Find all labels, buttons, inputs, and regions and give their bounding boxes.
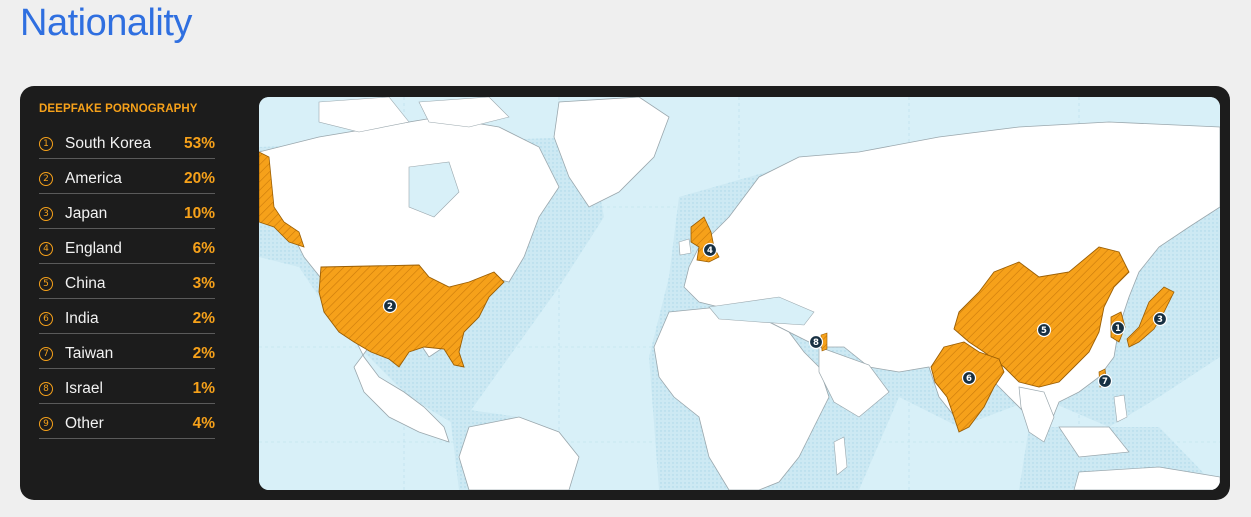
- rank-badge: 7: [39, 347, 53, 361]
- legend-row-israel: 8 Israel 1%: [39, 369, 215, 404]
- legend-row-china: 5 China 3%: [39, 264, 215, 299]
- percent-value: 6%: [192, 240, 215, 257]
- page-title: Nationality: [20, 2, 192, 44]
- marker-1[interactable]: 1: [1110, 320, 1126, 336]
- percent-value: 10%: [183, 205, 215, 222]
- country-label: India: [65, 310, 99, 327]
- marker-8[interactable]: 8: [808, 334, 824, 350]
- marker-6-label: 6: [966, 374, 972, 384]
- world-map: 1 2 3 4 5 6 7 8: [259, 97, 1220, 490]
- country-label: South Korea: [65, 135, 152, 152]
- rank-badge: 9: [39, 417, 53, 431]
- legend-row-taiwan: 7 Taiwan 2%: [39, 334, 215, 369]
- legend-row-south-korea: 1 South Korea 53%: [39, 124, 215, 159]
- marker-3[interactable]: 3: [1152, 311, 1168, 327]
- marker-7-label: 7: [1102, 377, 1108, 387]
- marker-2[interactable]: 2: [382, 298, 398, 314]
- legend-row-india: 6 India 2%: [39, 299, 215, 334]
- percent-value: 3%: [192, 275, 215, 292]
- rank-badge: 2: [39, 172, 53, 186]
- legend-heading: DEEPFAKE PORNOGRAPHY: [39, 103, 198, 115]
- country-label: Israel: [65, 380, 103, 397]
- marker-3-label: 3: [1157, 315, 1163, 325]
- rank-badge: 1: [39, 137, 53, 151]
- percent-value: 53%: [183, 135, 215, 152]
- country-label: Other: [65, 415, 104, 432]
- rank-badge: 5: [39, 277, 53, 291]
- rank-badge: 8: [39, 382, 53, 396]
- percent-value: 1%: [192, 380, 215, 397]
- rank-badge: 4: [39, 242, 53, 256]
- legend: DEEPFAKE PORNOGRAPHY 1 South Korea 53% 2…: [39, 100, 215, 439]
- country-label: England: [65, 240, 122, 257]
- legend-row-japan: 3 Japan 10%: [39, 194, 215, 229]
- rank-badge: 6: [39, 312, 53, 326]
- marker-7[interactable]: 7: [1097, 373, 1113, 389]
- percent-value: 2%: [192, 310, 215, 327]
- percent-value: 4%: [192, 415, 215, 432]
- country-label: China: [65, 275, 106, 292]
- ireland: [678, 238, 692, 256]
- marker-5[interactable]: 5: [1036, 322, 1052, 338]
- country-label: America: [65, 170, 122, 187]
- rank-badge: 3: [39, 207, 53, 221]
- marker-8-label: 8: [813, 338, 819, 348]
- country-label: Japan: [65, 205, 108, 222]
- percent-value: 2%: [192, 345, 215, 362]
- nationality-card: DEEPFAKE PORNOGRAPHY 1 South Korea 53% 2…: [20, 86, 1230, 500]
- country-label: Taiwan: [65, 345, 114, 362]
- world-map-svg: 1 2 3 4 5 6 7 8: [259, 97, 1220, 490]
- marker-6[interactable]: 6: [961, 370, 977, 386]
- legend-row-england: 4 England 6%: [39, 229, 215, 264]
- marker-5-label: 5: [1041, 326, 1047, 336]
- marker-1-label: 1: [1115, 324, 1121, 334]
- legend-row-other: 9 Other 4%: [39, 404, 215, 439]
- marker-2-label: 2: [387, 302, 393, 312]
- legend-row-america: 2 America 20%: [39, 159, 215, 194]
- percent-value: 20%: [183, 170, 215, 187]
- marker-4[interactable]: 4: [702, 242, 718, 258]
- marker-4-label: 4: [707, 246, 713, 256]
